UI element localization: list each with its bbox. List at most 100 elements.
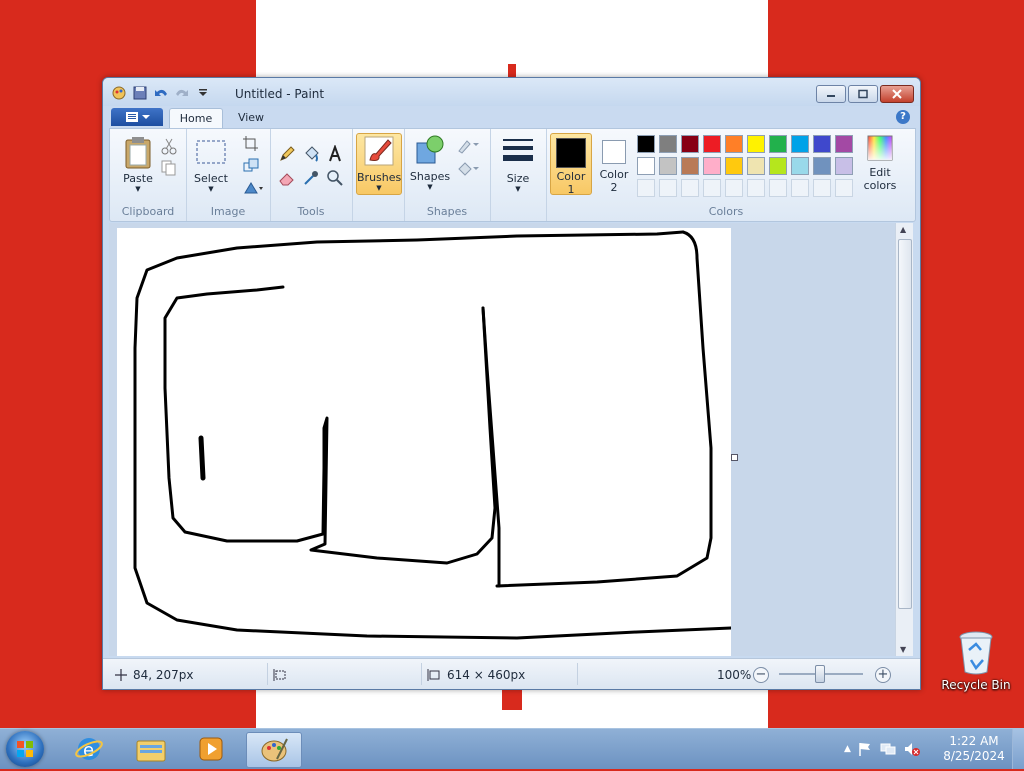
- shape-fill-icon[interactable]: [456, 159, 479, 177]
- palette-swatch[interactable]: [835, 135, 853, 153]
- ribbon-home: Paste ▼ Clipboard Select ▼ Image Tools B…: [109, 128, 916, 222]
- brushes-button[interactable]: Brushes ▼: [356, 133, 402, 195]
- palette-swatch[interactable]: [747, 135, 765, 153]
- image-size-icon: [427, 668, 440, 681]
- scroll-up-icon[interactable]: ▲: [900, 225, 906, 234]
- help-icon[interactable]: ?: [896, 110, 910, 124]
- title-bar[interactable]: Untitled - Paint: [103, 78, 920, 106]
- scroll-down-icon[interactable]: ▼: [900, 645, 906, 654]
- drawing-canvas[interactable]: [117, 228, 738, 656]
- paste-button[interactable]: Paste ▼: [118, 135, 158, 193]
- crop-icon[interactable]: [242, 135, 260, 153]
- copy-icon[interactable]: [160, 159, 178, 177]
- start-button[interactable]: [6, 731, 44, 767]
- palette-swatch[interactable]: [637, 135, 655, 153]
- palette-swatch[interactable]: [659, 135, 677, 153]
- color-picker-icon[interactable]: [302, 169, 320, 187]
- edit-colors-button[interactable]: Edit colors: [860, 133, 900, 192]
- recycle-bin-shortcut[interactable]: Recycle Bin: [940, 630, 1012, 700]
- maximize-button[interactable]: [848, 85, 878, 103]
- taskbar-media-player[interactable]: [184, 732, 238, 766]
- palette-swatch[interactable]: [769, 135, 787, 153]
- canvas-resize-handle[interactable]: [731, 454, 738, 461]
- network-icon[interactable]: [879, 741, 897, 757]
- custom-color-slot[interactable]: [769, 179, 787, 197]
- palette-swatch[interactable]: [637, 157, 655, 175]
- shapes-button[interactable]: Shapes ▼: [408, 133, 452, 191]
- palette-swatch[interactable]: [703, 135, 721, 153]
- custom-color-slot[interactable]: [725, 179, 743, 197]
- palette-swatch[interactable]: [813, 157, 831, 175]
- palette-swatch[interactable]: [681, 135, 699, 153]
- taskbar-paint[interactable]: [246, 732, 302, 768]
- palette-swatch[interactable]: [659, 157, 677, 175]
- action-center-flag-icon[interactable]: [857, 741, 873, 757]
- palette-swatch[interactable]: [835, 157, 853, 175]
- redo-icon[interactable]: [174, 85, 190, 101]
- save-icon[interactable]: [132, 85, 148, 101]
- custom-color-slot[interactable]: [835, 179, 853, 197]
- recycle-bin-icon: [957, 630, 995, 676]
- close-button[interactable]: [880, 85, 914, 103]
- volume-muted-icon[interactable]: [903, 741, 921, 757]
- rotate-icon[interactable]: [242, 179, 263, 197]
- palette-swatch[interactable]: [747, 157, 765, 175]
- group-colors: Color 1 Color 2 Edit colors Colors: [546, 129, 906, 221]
- pencil-icon[interactable]: [278, 145, 296, 163]
- custom-color-slot[interactable]: [637, 179, 655, 197]
- group-clipboard: Paste ▼ Clipboard: [110, 129, 187, 221]
- brush-icon: [364, 136, 394, 166]
- zoom-out-button[interactable]: −: [753, 667, 769, 683]
- canvas-workspace: [109, 223, 901, 656]
- color1-button[interactable]: Color 1: [550, 133, 592, 196]
- taskbar-internet-explorer[interactable]: e: [62, 732, 116, 766]
- custom-color-slot[interactable]: [681, 179, 699, 197]
- outline-icon[interactable]: [456, 137, 479, 155]
- tab-view[interactable]: View: [229, 108, 273, 128]
- fill-icon[interactable]: [302, 145, 320, 163]
- custom-color-slot[interactable]: [747, 179, 765, 197]
- system-clock[interactable]: 1:22 AM 8/25/2024: [940, 734, 1008, 764]
- palette-swatch[interactable]: [791, 135, 809, 153]
- cut-icon[interactable]: [160, 137, 178, 155]
- custom-color-slot[interactable]: [659, 179, 677, 197]
- paint-app-icon[interactable]: [111, 85, 127, 101]
- eraser-icon[interactable]: [278, 169, 296, 187]
- palette-swatch[interactable]: [769, 157, 787, 175]
- custom-color-slot[interactable]: [703, 179, 721, 197]
- palette-swatch[interactable]: [703, 157, 721, 175]
- show-hidden-icons-icon[interactable]: ▲: [844, 744, 851, 754]
- taskbar-file-explorer[interactable]: [124, 732, 178, 766]
- palette-swatch[interactable]: [681, 157, 699, 175]
- clock-time: 1:22 AM: [949, 734, 999, 748]
- palette-swatch[interactable]: [725, 157, 743, 175]
- vertical-scroll-thumb[interactable]: [898, 239, 912, 609]
- paste-dropdown-icon: ▼: [135, 185, 141, 193]
- undo-icon[interactable]: [153, 85, 169, 101]
- zoom-in-button[interactable]: +: [875, 667, 891, 683]
- group-size: Size ▼: [490, 129, 547, 221]
- text-icon[interactable]: [326, 144, 344, 163]
- internet-explorer-icon: e: [75, 738, 103, 761]
- size-button[interactable]: Size ▼: [496, 135, 540, 193]
- custom-color-slot[interactable]: [791, 179, 809, 197]
- zoom-slider-thumb[interactable]: [815, 665, 825, 683]
- color2-button[interactable]: Color 2: [594, 133, 634, 194]
- minimize-button[interactable]: [816, 85, 846, 103]
- select-button[interactable]: Select ▼: [190, 135, 232, 193]
- magnifier-icon[interactable]: [326, 169, 344, 187]
- image-size: 614 × 460px: [427, 659, 525, 689]
- palette-swatch[interactable]: [791, 157, 809, 175]
- paint-menu-button[interactable]: [111, 108, 163, 126]
- window-controls: [816, 85, 914, 103]
- custom-color-slot[interactable]: [813, 179, 831, 197]
- resize-icon[interactable]: [242, 157, 260, 175]
- show-desktop-button[interactable]: [1012, 729, 1024, 769]
- palette-swatch[interactable]: [813, 135, 831, 153]
- tab-home[interactable]: Home: [169, 108, 223, 129]
- cursor-position: 84, 207px: [115, 659, 194, 689]
- palette-swatch[interactable]: [725, 135, 743, 153]
- customize-qat-icon[interactable]: [195, 85, 211, 101]
- paint-icon: [261, 738, 288, 762]
- vertical-scrollbar[interactable]: ▲ ▼: [895, 223, 913, 656]
